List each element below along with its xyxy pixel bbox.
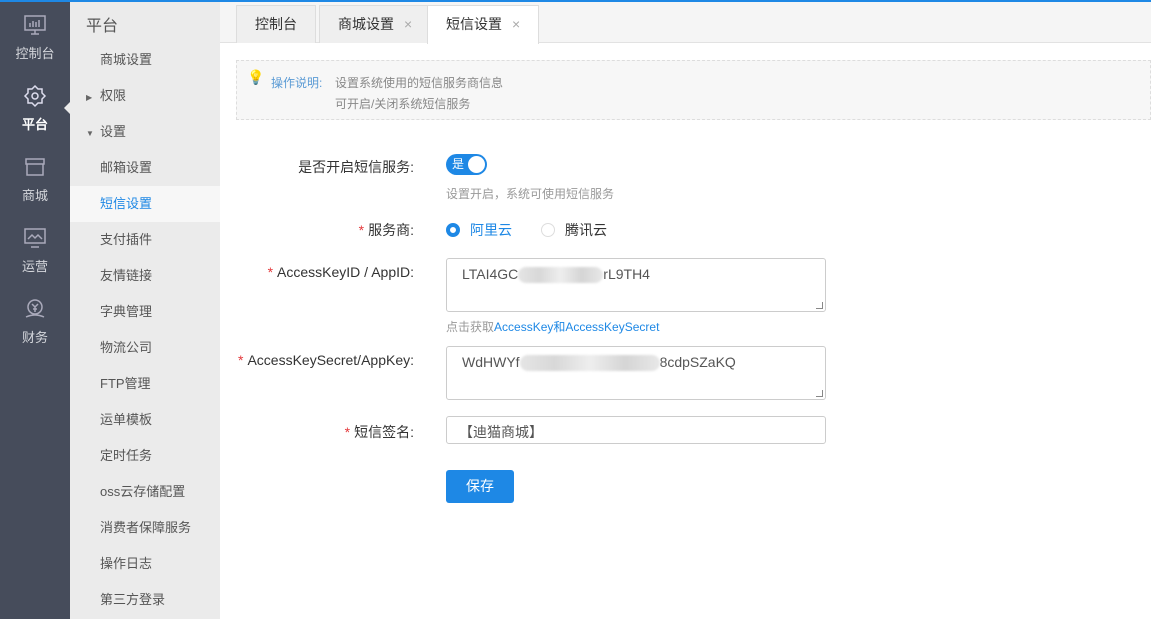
nav-item-payment[interactable]: 支付插件 (70, 222, 220, 258)
nav-operations[interactable]: 运营 (0, 215, 70, 286)
nav-item-sms[interactable]: 短信设置 (70, 186, 220, 222)
tab-dashboard[interactable]: 控制台 (236, 5, 316, 43)
nav-dashboard[interactable]: 控制台 (0, 2, 70, 73)
access-key-secret-label: * AccessKeySecret/AppKey: (238, 352, 414, 368)
radio-circle (541, 223, 555, 237)
nav-item-store-settings[interactable]: 商城设置 (70, 42, 220, 78)
nav-item-dictionary[interactable]: 字典管理 (70, 294, 220, 330)
secondary-nav-title: 平台 (86, 18, 119, 35)
nav-store[interactable]: 商城 (0, 144, 70, 215)
save-button[interactable]: 保存 (446, 470, 514, 503)
resize-handle[interactable] (816, 390, 823, 397)
radio-tencent[interactable]: 腾讯云 (541, 220, 607, 240)
nav-item-consumer[interactable]: 消费者保障服务 (70, 510, 220, 546)
close-icon[interactable]: × (404, 16, 412, 32)
gear-icon (23, 84, 47, 108)
close-icon[interactable]: × (512, 16, 520, 32)
nav-item-email[interactable]: 邮箱设置 (70, 150, 220, 186)
monitor-chart-icon (24, 15, 46, 35)
access-key-hint: 点击获取AccessKey和AccessKeySecret (446, 320, 660, 334)
toggle-knob (468, 156, 485, 173)
radio-circle (446, 223, 460, 237)
lightbulb-icon: 💡 (247, 69, 265, 85)
provider-label: * 服务商: (358, 222, 414, 238)
caret-right-icon: ▶ (86, 93, 93, 102)
nav-group-permissions[interactable]: ▶ 权限 (70, 78, 220, 114)
nav-item-ftp[interactable]: FTP管理 (70, 366, 220, 402)
tab-bar: 控制台 商城设置 × 短信设置 × (220, 2, 1151, 44)
store-icon (25, 158, 45, 176)
radio-aliyun[interactable]: 阿里云 (446, 220, 512, 240)
nav-item-oss[interactable]: oss云存储配置 (70, 474, 220, 510)
signature-input[interactable]: 【迪猫商城】 (446, 416, 826, 444)
access-key-secret-input[interactable]: WdHWYf 8cdpSZaKQ (446, 346, 826, 400)
yuan-hand-icon (25, 299, 45, 318)
enable-label: 是否开启短信服务: (298, 159, 414, 175)
nav-group-settings[interactable]: ▼ 设置 (70, 114, 220, 150)
trend-monitor-icon (24, 228, 46, 248)
nav-finance[interactable]: 财务 (0, 286, 70, 357)
nav-item-cron[interactable]: 定时任务 (70, 438, 220, 474)
nav-item-waybill[interactable]: 运单模板 (70, 402, 220, 438)
nav-item-logs[interactable]: 操作日志 (70, 546, 220, 582)
tab-sms-settings[interactable]: 短信设置 × (427, 5, 540, 44)
get-access-key-link[interactable]: AccessKey和AccessKeySecret (494, 320, 659, 334)
instructions-box: 💡 操作说明: 设置系统使用的短信服务商信息 可开启/关闭系统短信服务 (236, 60, 1151, 120)
resize-handle[interactable] (816, 302, 823, 309)
access-key-id-input[interactable]: LTAI4GC rL9TH4 (446, 258, 826, 312)
nav-item-third-party-login[interactable]: 第三方登录 (70, 582, 220, 618)
nav-item-logistics[interactable]: 物流公司 (70, 330, 220, 366)
enable-hint: 设置开启，系统可使用短信服务 (446, 187, 615, 201)
caret-down-icon: ▼ (86, 129, 94, 138)
nav-item-links[interactable]: 友情链接 (70, 258, 220, 294)
secondary-nav: 平台 商城设置 ▶ 权限 ▼ 设置 邮箱设置 短信设置 支付插件 友情链接 字典管理… (70, 2, 220, 619)
access-key-id-label: * AccessKeyID / AppID: (267, 264, 414, 280)
signature-label: * 短信签名: (344, 424, 414, 440)
tab-store-settings[interactable]: 商城设置 × (319, 5, 432, 43)
primary-nav: 控制台 平台 商城 运营 财务 (0, 2, 70, 619)
enable-toggle[interactable]: 是 (446, 154, 487, 175)
nav-platform[interactable]: 平台 (0, 73, 70, 144)
